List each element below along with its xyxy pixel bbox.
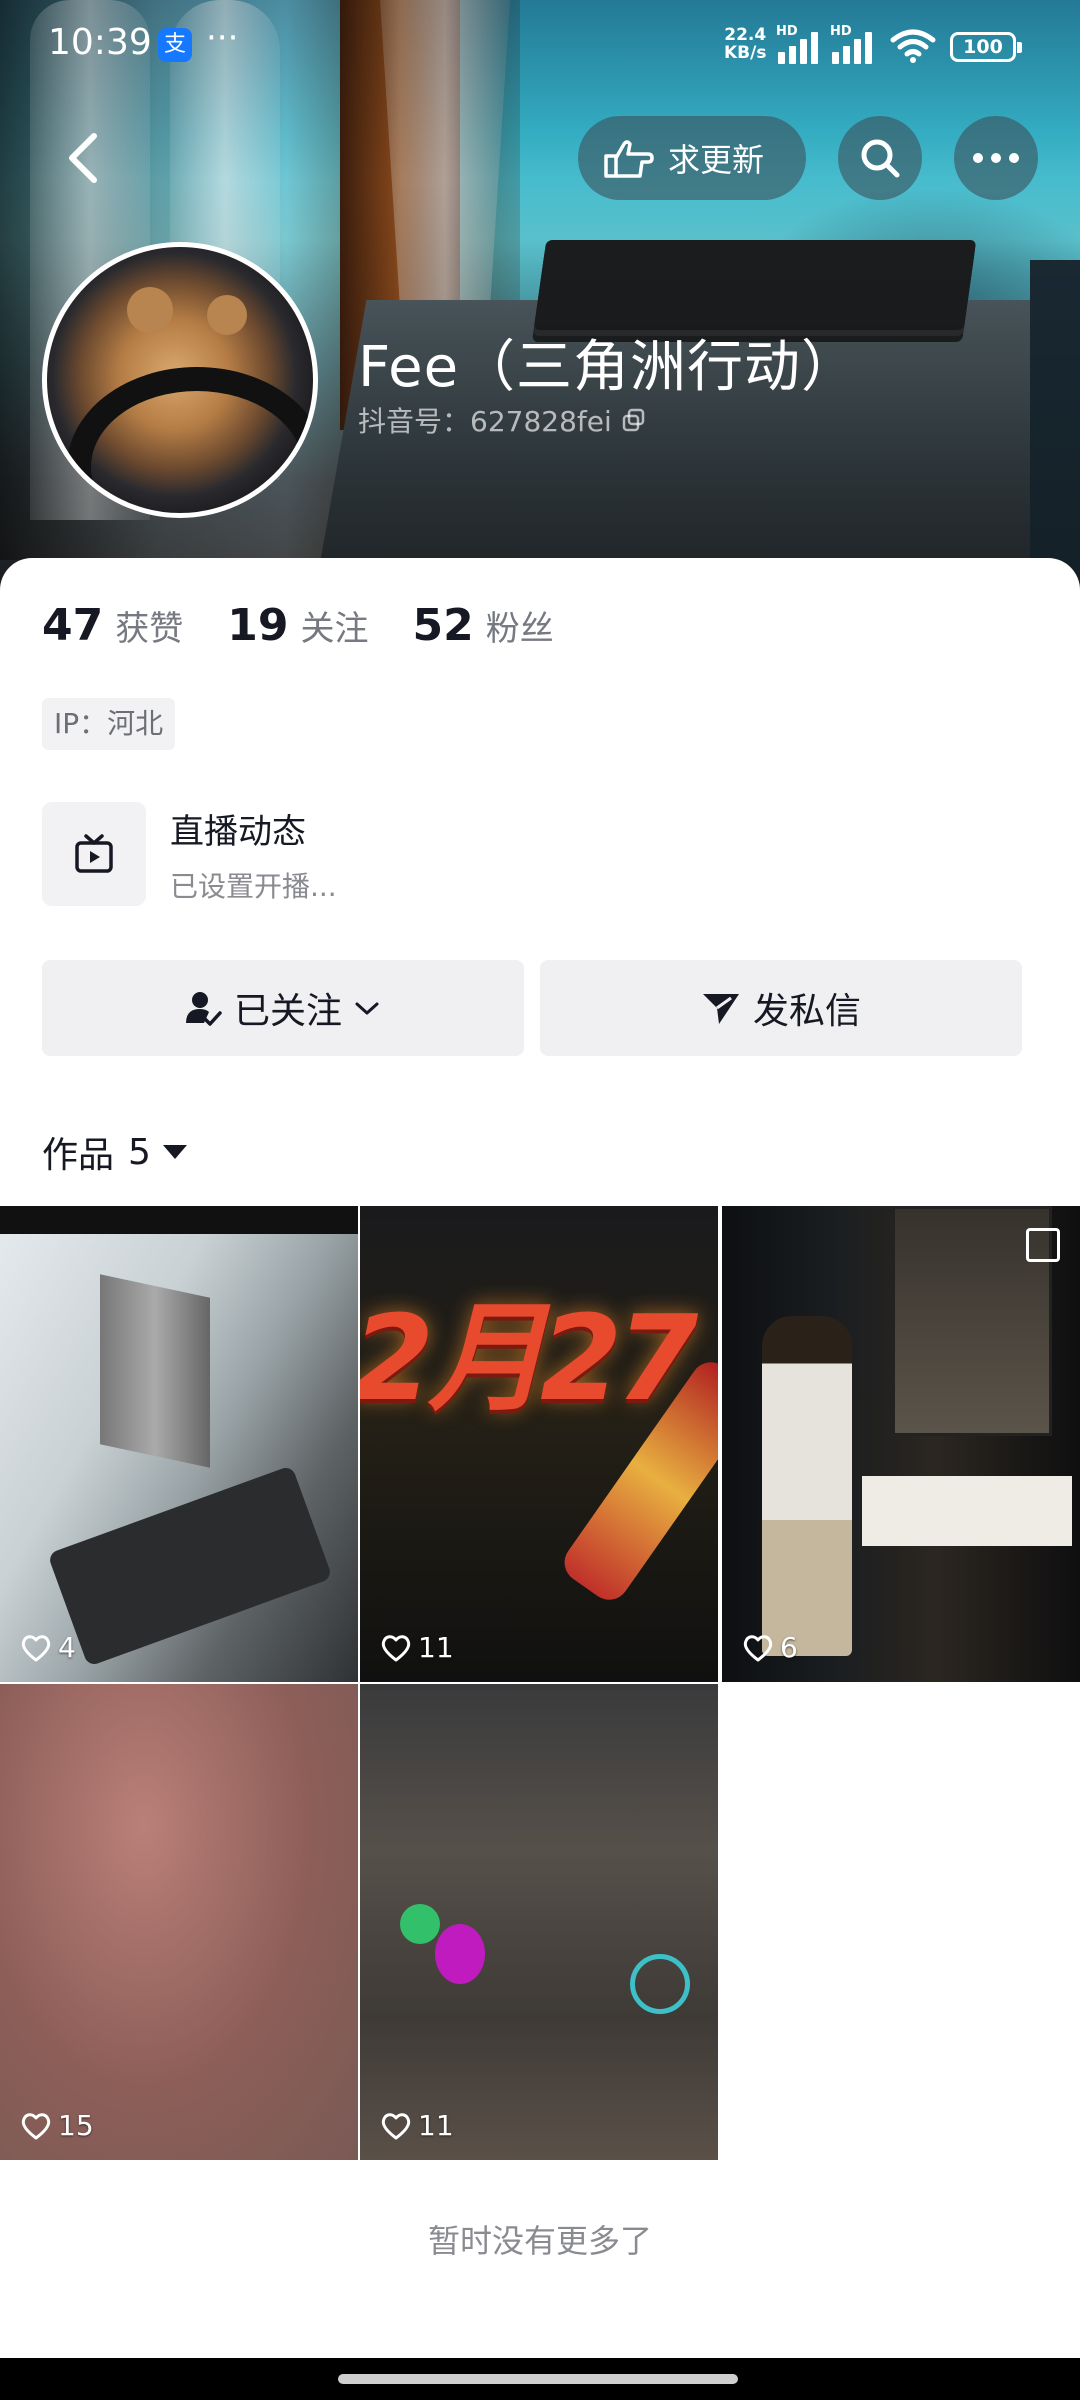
chevron-down-icon (355, 1002, 379, 1015)
search-icon (861, 139, 900, 178)
heart-icon (743, 1634, 773, 1661)
caret-down-icon (162, 1145, 187, 1159)
like-count: 6 (742, 1631, 798, 1664)
stat-likes-value: 47 (42, 600, 104, 651)
battery-indicator: 100 (950, 32, 1022, 62)
live-title: 直播动态 (170, 811, 306, 852)
douyin-id[interactable]: 抖音号：627828fei (358, 400, 646, 440)
heart-icon (21, 2112, 51, 2139)
pointing-hand-icon (604, 140, 654, 178)
like-count: 4 (20, 1631, 76, 1664)
request-update-button[interactable]: 求更新 (578, 116, 806, 200)
request-update-label: 求更新 (668, 141, 765, 179)
send-message-button[interactable]: 发私信 (540, 960, 1022, 1056)
stat-likes-label: 获赞 (115, 609, 184, 649)
live-status-entry[interactable]: 直播动态 已设置开播... (42, 802, 337, 906)
home-indicator[interactable] (338, 2374, 738, 2384)
more-notifications-icon: ··· (206, 18, 239, 58)
works-label: 作品 (42, 1135, 115, 1176)
live-subtitle: 已设置开播... (170, 869, 337, 903)
heart-icon (381, 2112, 411, 2139)
signal-icon-2 (832, 30, 882, 64)
avatar[interactable] (42, 242, 318, 518)
video-tile[interactable]: 2月27 11 (360, 1206, 718, 1682)
status-bar: 10:39 支 ··· 22.4 KB/s HD HD 100 (0, 0, 1080, 90)
ellipsis-icon (973, 153, 1019, 163)
works-tab[interactable]: 作品 5 (42, 1126, 187, 1178)
paper-plane-icon (702, 994, 739, 1024)
following-button[interactable]: 已关注 (42, 960, 524, 1056)
like-count: 15 (20, 2109, 94, 2142)
send-message-label: 发私信 (752, 991, 861, 1032)
like-count: 11 (380, 1631, 454, 1664)
search-button[interactable] (838, 116, 922, 200)
video-tile[interactable]: 6 (722, 1206, 1080, 1682)
no-more-content-text: 暂时没有更多了 (427, 2222, 652, 2260)
user-check-icon (185, 992, 222, 1026)
douyin-id-text: 抖音号：627828fei (358, 405, 612, 438)
profile-stats: 47 获赞 19 关注 52 粉丝 (42, 600, 598, 651)
wifi-icon (890, 29, 936, 63)
stat-following-value: 19 (227, 600, 289, 651)
video-tile[interactable]: 4 (0, 1206, 358, 1682)
network-speed: 22.4 KB/s (724, 25, 767, 63)
alipay-icon: 支 (158, 28, 192, 62)
heart-icon (21, 1634, 51, 1661)
status-time: 10:39 (48, 22, 152, 63)
video-tile[interactable]: 15 (0, 1684, 358, 2160)
like-count: 11 (380, 2109, 454, 2142)
stat-followers-label: 粉丝 (485, 609, 554, 649)
copy-icon[interactable] (622, 408, 646, 432)
stat-followers[interactable]: 52 粉丝 (412, 600, 553, 651)
more-options-button[interactable] (954, 116, 1038, 200)
works-count: 5 (128, 1131, 151, 1173)
following-label: 已关注 (233, 991, 342, 1032)
video-overlay-text: 2月27 (360, 1289, 698, 1427)
signal-icon-1 (778, 30, 828, 64)
stat-following[interactable]: 19 关注 (227, 600, 368, 651)
video-tile[interactable]: 11 (360, 1684, 718, 2160)
heart-icon (381, 1634, 411, 1661)
stat-likes[interactable]: 47 获赞 (42, 600, 183, 651)
stat-following-label: 关注 (300, 609, 369, 649)
profile-name: Fee（三角洲行动） (358, 335, 859, 400)
ip-location-tag: IP：河北 (42, 698, 176, 750)
stat-followers-value: 52 (412, 600, 474, 651)
multi-image-icon (1026, 1228, 1060, 1262)
back-arrow-icon[interactable] (60, 130, 110, 186)
live-tv-icon (42, 802, 146, 906)
